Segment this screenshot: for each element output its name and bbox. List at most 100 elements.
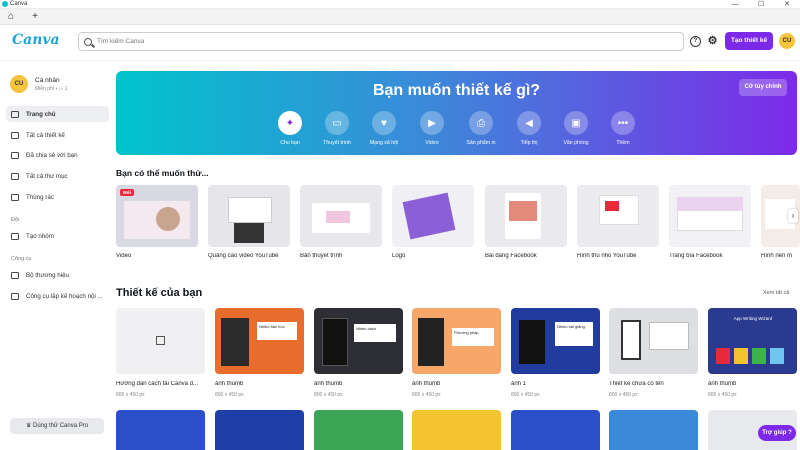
design-card[interactable]: Nhiều bậc học [215,308,304,374]
video-icon: ▶ [420,111,444,135]
section-label-team: Đội [11,217,20,223]
tile-label: Video [116,253,132,259]
brand-icon [11,271,19,279]
folder-icon [11,172,19,180]
gear-icon[interactable]: ⚙ [707,36,718,47]
category-presentation[interactable]: ▭ Thuyết trình [317,111,357,146]
design-card[interactable] [116,308,205,374]
thumb-photo [221,318,249,366]
design-size: 800 x 450 px [116,392,145,398]
tile-label: Hình thu nhỏ YouTube [577,253,637,259]
category-label: Cho bạn [280,140,300,146]
canva-logo[interactable]: Canva [12,32,60,48]
profile-plan: Miễn phí • ⚇ 1 [35,85,68,92]
see-all-link[interactable]: Xem tất cả [763,290,789,296]
hero-title: Bạn muốn thiết kế gì? [372,82,541,99]
search-bar[interactable] [78,32,684,51]
letter-block [716,348,730,364]
sidebar-item-home[interactable]: Trang chủ [6,106,109,122]
home-tab-icon[interactable]: ⌂ [2,10,20,24]
design-card[interactable] [215,410,304,450]
close-window-button[interactable]: ✕ [774,0,800,9]
create-design-button[interactable]: Tạo thiết kế [725,32,773,50]
help-icon[interactable]: ? [690,36,701,47]
avatar: CU [10,75,28,93]
design-card[interactable]: Nhiều cách [314,308,403,374]
search-icon [84,37,92,46]
custom-size-button[interactable]: Cỡ tùy chỉnh [739,79,787,96]
sidebar-item-label: Trang chủ [26,110,56,118]
category-more[interactable]: ••• Thêm [603,111,643,146]
sidebar: CU Cá nhân Miễn phí • ⚇ 1 Trang chủ Tất … [0,61,110,450]
help-button[interactable]: Trợ giúp ? [758,425,796,441]
design-card[interactable] [609,308,698,374]
sidebar-item-folders[interactable]: Tất cả thư mục [6,168,109,184]
window-titlebar: Canva — ☐ ✕ [0,0,800,9]
sidebar-item-all-designs[interactable]: Tất cả thiết kế [6,127,109,143]
thumb-caption: Nhiều cách [354,324,396,342]
template-tile-youtube-thumbnail[interactable] [577,185,659,247]
designs-heading: Thiết kế của bạn [116,287,203,299]
sidebar-item-trash[interactable]: Thùng rác [6,189,109,205]
design-size: 800 x 450 px [314,392,343,398]
design-card[interactable] [609,410,698,450]
try-pro-button[interactable]: ♛ Dùng thử Canva Pro [10,418,104,434]
sidebar-item-content-planner[interactable]: Công cụ lập kế hoạch nội ... [6,288,109,304]
logo-card [402,192,456,240]
scroll-right-button[interactable]: › [788,209,798,223]
sidebar-item-create-team[interactable]: Tạo nhóm [6,228,109,244]
design-card[interactable] [511,410,600,450]
trash-icon [11,193,19,201]
category-label: Sản phẩm in [466,140,496,146]
template-tile-facebook-post[interactable] [485,185,567,247]
design-size: 800 x 450 px [708,392,737,398]
tile-label: Hình nền m [761,253,793,259]
category-label: Văn phòng [563,140,589,146]
category-marketing[interactable]: ◀ Tiếp thị [509,111,549,146]
sidebar-item-label: Công cụ lập kế hoạch nội ... [26,292,103,300]
template-tile-presentation[interactable] [300,185,382,247]
thumb-caption: Nhiều bài giảng [555,322,593,346]
youtube-frame [228,197,272,223]
design-card[interactable] [116,410,205,450]
maximize-button[interactable]: ☐ [748,0,774,9]
profile-switcher[interactable]: CU Cá nhân Miễn phí • ⚇ 1 [10,75,67,93]
thumb-phone [621,320,641,360]
design-card[interactable] [412,410,501,450]
profile-name: Cá nhân [35,76,60,84]
category-for-you[interactable]: ✦ Cho bạn [270,111,310,146]
template-tile-video[interactable]: Mới [116,185,198,247]
design-card[interactable]: Phương pháp [412,308,501,374]
category-office[interactable]: ▣ Văn phòng [556,111,596,146]
printer-icon: ⎙ [469,111,493,135]
avatar[interactable]: CU [779,33,795,49]
sidebar-item-brand-kit[interactable]: Bộ thương hiệu [6,267,109,283]
team-icon [11,232,19,240]
category-label: Mạng xã hội [369,140,399,146]
template-tile-logo[interactable] [392,185,474,247]
sidebar-item-shared[interactable]: Đã chia sẻ với bạn [6,147,109,163]
design-card[interactable] [314,410,403,450]
design-title: Hướng dẫn cách tải Canva đ... [116,381,198,387]
category-video[interactable]: ▶ Video [412,111,452,146]
category-social-media[interactable]: ♥ Mạng xã hội [364,111,404,146]
letter-block [770,348,784,364]
search-input[interactable] [97,38,597,45]
design-title: ảnh 1 [511,381,527,387]
minimize-button[interactable]: — [722,0,748,9]
design-card[interactable]: App Writing Wizard [708,308,797,374]
design-title: ảnh thumb [215,381,244,387]
new-tab-icon[interactable]: + [26,10,44,24]
section-label-tools: Công cụ [11,256,32,262]
template-tile-youtube-ad[interactable] [208,185,290,247]
thumb-phone [418,318,444,366]
template-tile-facebook-cover[interactable] [669,185,751,247]
tile-label: Trang bìa Facebook [669,253,723,259]
more-icon: ••• [611,111,635,135]
design-card[interactable]: Nhiều bài giảng [511,308,600,374]
presentation-icon: ▭ [325,111,349,135]
category-print[interactable]: ⎙ Sản phẩm in [461,111,501,146]
tile-label: Bản thuyết trình [300,253,343,259]
thumb-caption: Phương pháp [452,328,494,346]
share-icon [11,151,19,159]
